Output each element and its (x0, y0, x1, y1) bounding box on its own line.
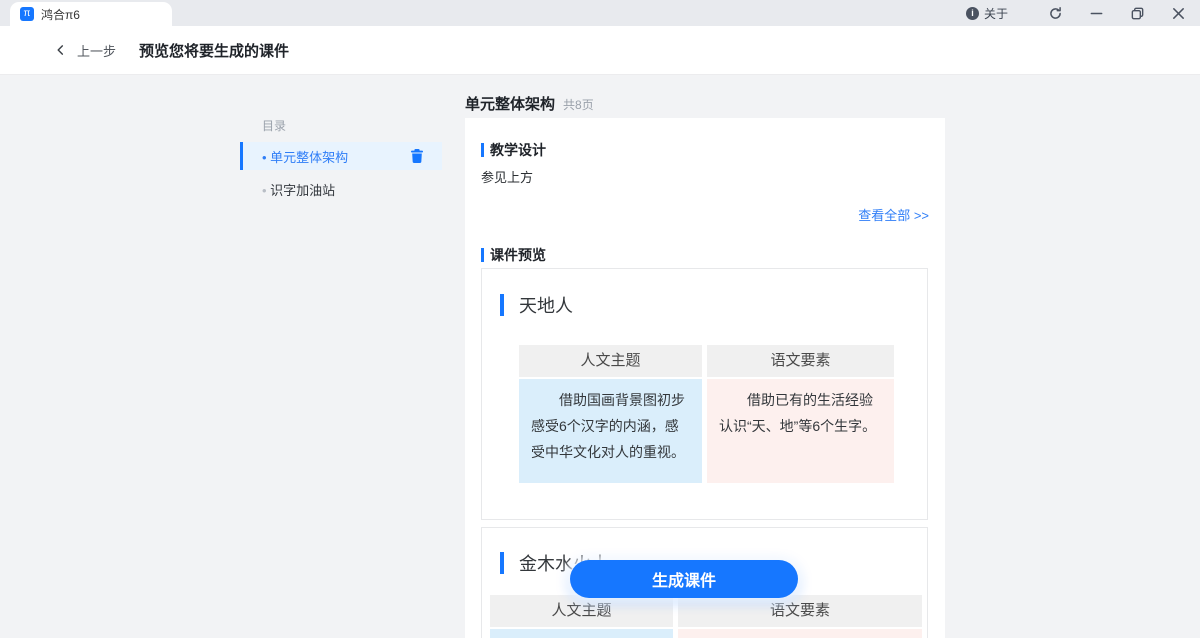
teaching-design-body: 参见上方 (481, 167, 533, 186)
close-button[interactable] (1170, 5, 1186, 21)
courseware-preview-heading: 课件预览 (481, 245, 546, 265)
lesson-title: 天地人 (519, 292, 573, 318)
back-label: 上一步 (77, 41, 116, 60)
page-title: 预览您将要生成的课件 (139, 40, 289, 61)
table-header-row: 人文主题 语文要素 (490, 595, 922, 627)
refresh-icon (1048, 6, 1063, 21)
restore-button[interactable] (1129, 5, 1145, 21)
app-tab[interactable]: π 鸿合π6 (10, 2, 172, 26)
close-icon (1171, 6, 1186, 21)
section-accent-bar (481, 248, 484, 262)
about-label: 关于 (984, 5, 1008, 22)
teaching-design-title: 教学设计 (490, 140, 546, 160)
back-button[interactable]: 上一步 (55, 41, 116, 60)
sidebar-item-unit-structure[interactable]: 单元整体架构 (240, 142, 442, 170)
chevron-left-icon (55, 44, 66, 56)
minimize-icon (1089, 6, 1104, 21)
lesson-table: 人文主题 语文要素 借助国画背景图初步感受6个汉字的内涵，感受中华文化对人的重视… (519, 345, 894, 483)
generate-courseware-button[interactable]: 生成课件 (570, 560, 798, 598)
document-title: 单元整体架构 (465, 93, 555, 114)
app-window: π 鸿合π6 i 关于 (0, 0, 1200, 638)
window-controls: i 关于 (966, 0, 1186, 26)
trash-icon (409, 148, 425, 164)
table-cell-humanistic-theme: 借助国画背景图初步感受6个汉字的内涵，感受中华文化对人的重视。 (519, 379, 702, 483)
table-cell-humanistic-theme (490, 629, 673, 638)
page-count-badge: 共8页 (563, 96, 594, 113)
courseware-preview-title: 课件预览 (490, 245, 546, 265)
window-titlebar: π 鸿合π6 i 关于 (0, 0, 1200, 26)
lesson-card-tiandiren: 天地人 人文主题 语文要素 借助国画背景图初步感受6个汉字的内涵，感受中华文化对… (481, 268, 928, 520)
column-header-humanistic-theme: 人文主题 (519, 345, 702, 377)
table-cell-language-element: 借助听读、联系生活、看图想象 (678, 629, 922, 638)
lesson-table: 人文主题 语文要素 借助听读、联系生活、看图想象 (490, 595, 922, 638)
toc-heading: 目录 (262, 117, 286, 134)
app-logo-icon: π (20, 7, 34, 21)
table-body-row: 借助听读、联系生活、看图想象 (490, 629, 922, 638)
table-body-row: 借助国画背景图初步感受6个汉字的内涵，感受中华文化对人的重视。 借助已有的生活经… (519, 379, 894, 483)
card-accent-bar (500, 552, 504, 574)
sidebar-item-label: 识字加油站 (262, 180, 335, 199)
card-title-row: 天地人 (500, 292, 573, 318)
sidebar-item-literacy-station[interactable]: 识字加油站 (262, 175, 335, 203)
table-cell-language-element: 借助已有的生活经验认识“天、地”等6个生字。 (707, 379, 894, 483)
sidebar-item-label: 单元整体架构 (262, 147, 348, 166)
refresh-button[interactable] (1047, 5, 1063, 21)
restore-icon (1130, 6, 1145, 21)
minimize-button[interactable] (1088, 5, 1104, 21)
app-tab-title: 鸿合π6 (41, 6, 80, 23)
section-title-row: 单元整体架构 共8页 (465, 93, 594, 114)
content-area: 目录 单元整体架构 识字加油站 单元整体架构 共8页 教学设计 (0, 75, 1200, 638)
view-all-link[interactable]: 查看全部 >> (858, 205, 929, 224)
card-accent-bar (500, 294, 504, 316)
column-header-humanistic-theme: 人文主题 (490, 595, 673, 627)
column-header-language-element: 语文要素 (678, 595, 922, 627)
section-accent-bar (481, 143, 484, 157)
top-navbar: 上一步 预览您将要生成的课件 (0, 26, 1200, 75)
delete-button[interactable] (409, 148, 425, 164)
teaching-design-heading: 教学设计 (481, 140, 546, 160)
table-header-row: 人文主题 语文要素 (519, 345, 894, 377)
info-icon: i (966, 7, 979, 20)
about-button[interactable]: i 关于 (966, 5, 1008, 22)
column-header-language-element: 语文要素 (707, 345, 894, 377)
